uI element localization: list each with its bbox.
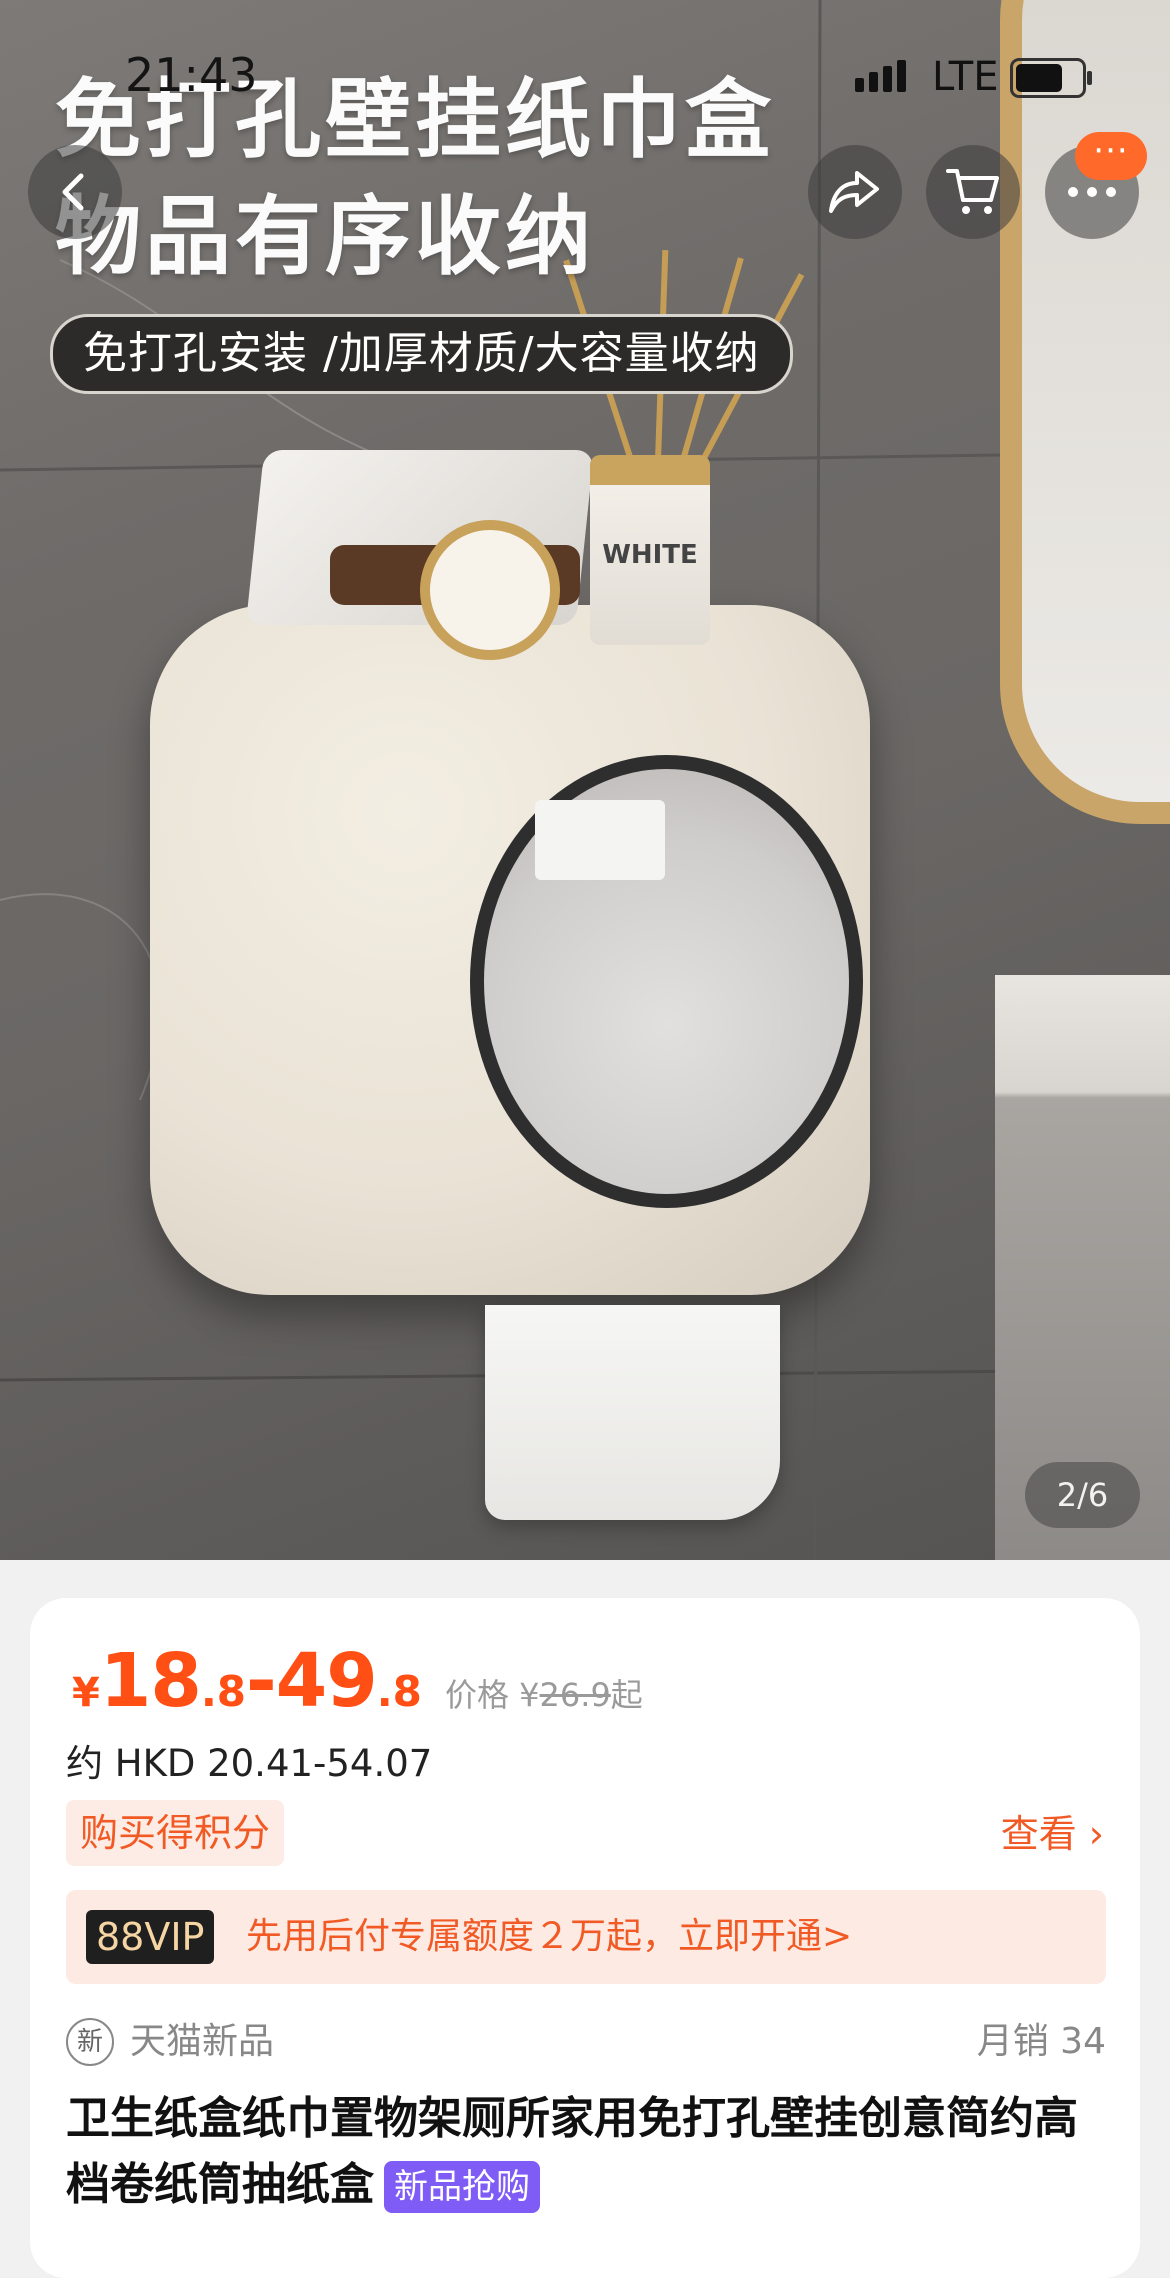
back-button[interactable]	[28, 145, 122, 239]
price-separator: -	[246, 1638, 277, 1724]
price-high-dec: .8	[376, 1667, 422, 1716]
status-time: 21:43	[125, 48, 258, 102]
box-window	[470, 755, 863, 1208]
product-title: 卫生纸盒纸巾置物架厕所家用免打孔壁挂创意简约高档卷纸筒抽纸盒 新品抢购	[66, 2086, 1116, 2218]
original-price-value: 26.9	[539, 1676, 611, 1714]
headline-line-2: 物品有序收纳	[55, 187, 595, 287]
more-dots-icon	[1068, 187, 1116, 197]
new-product-icon: 新	[66, 2018, 114, 2066]
price-low-int: 18	[99, 1638, 202, 1724]
tissue-pack	[535, 800, 665, 880]
vip-offer-text: 先用后付专属额度２万起，立即开通>	[246, 1916, 853, 1957]
mirror-decoration	[1000, 0, 1170, 824]
product-title-text: 卫生纸盒纸巾置物架厕所家用免打孔壁挂创意简约高档卷纸筒抽纸盒	[66, 2093, 1078, 2210]
points-tag[interactable]: 购买得积分	[66, 1800, 285, 1866]
hkd-price: 约 HKD 20.41-54.07	[66, 1742, 433, 1785]
signal-icon	[855, 60, 911, 92]
new-product-tag[interactable]: 新品抢购	[384, 2161, 540, 2213]
image-counter: 2/6	[1025, 1462, 1140, 1528]
price-high-int: 49	[275, 1638, 378, 1724]
product-image-carousel[interactable]: WHITE 免打孔壁挂纸巾盒 物品有序收纳 免打孔安装 /加厚材质/大容量收纳 …	[0, 0, 1170, 1560]
monthly-sales: 月销 34	[976, 2021, 1106, 2062]
original-price-label: 价格 ¥	[445, 1676, 540, 1714]
original-price-suffix: 起	[610, 1676, 643, 1714]
price-row: ¥18.8-49.8 价格 ¥26.9起	[72, 1638, 643, 1728]
bottle-label: WHITE	[602, 540, 698, 570]
cart-button[interactable]	[926, 145, 1020, 239]
battery-icon	[1010, 58, 1092, 98]
network-label: LTE	[932, 54, 999, 100]
message-badge[interactable]: ···	[1075, 132, 1147, 180]
feature-banner: 免打孔安装 /加厚材质/大容量收纳	[50, 314, 793, 394]
toilet-paper	[485, 1305, 780, 1520]
cart-icon	[946, 169, 999, 214]
vip-banner[interactable]: 88VIP 先用后付专属额度２万起，立即开通>	[66, 1890, 1106, 1984]
brand-row: 新 天猫新品 月销 34	[66, 2018, 1106, 2068]
product-info-card: ¥18.8-49.8 价格 ¥26.9起 约 HKD 20.41-54.07 购…	[30, 1598, 1140, 2278]
view-points-link[interactable]: 查看 ›	[1001, 1804, 1104, 1864]
currency-symbol: ¥	[72, 1670, 100, 1716]
watch	[420, 520, 560, 660]
brand-name: 天猫新品	[130, 2021, 275, 2062]
share-button[interactable]	[808, 145, 902, 239]
share-icon	[829, 171, 879, 213]
chevron-left-icon	[62, 173, 84, 211]
price-low-dec: .8	[200, 1667, 247, 1716]
vip-badge: 88VIP	[86, 1910, 215, 1964]
